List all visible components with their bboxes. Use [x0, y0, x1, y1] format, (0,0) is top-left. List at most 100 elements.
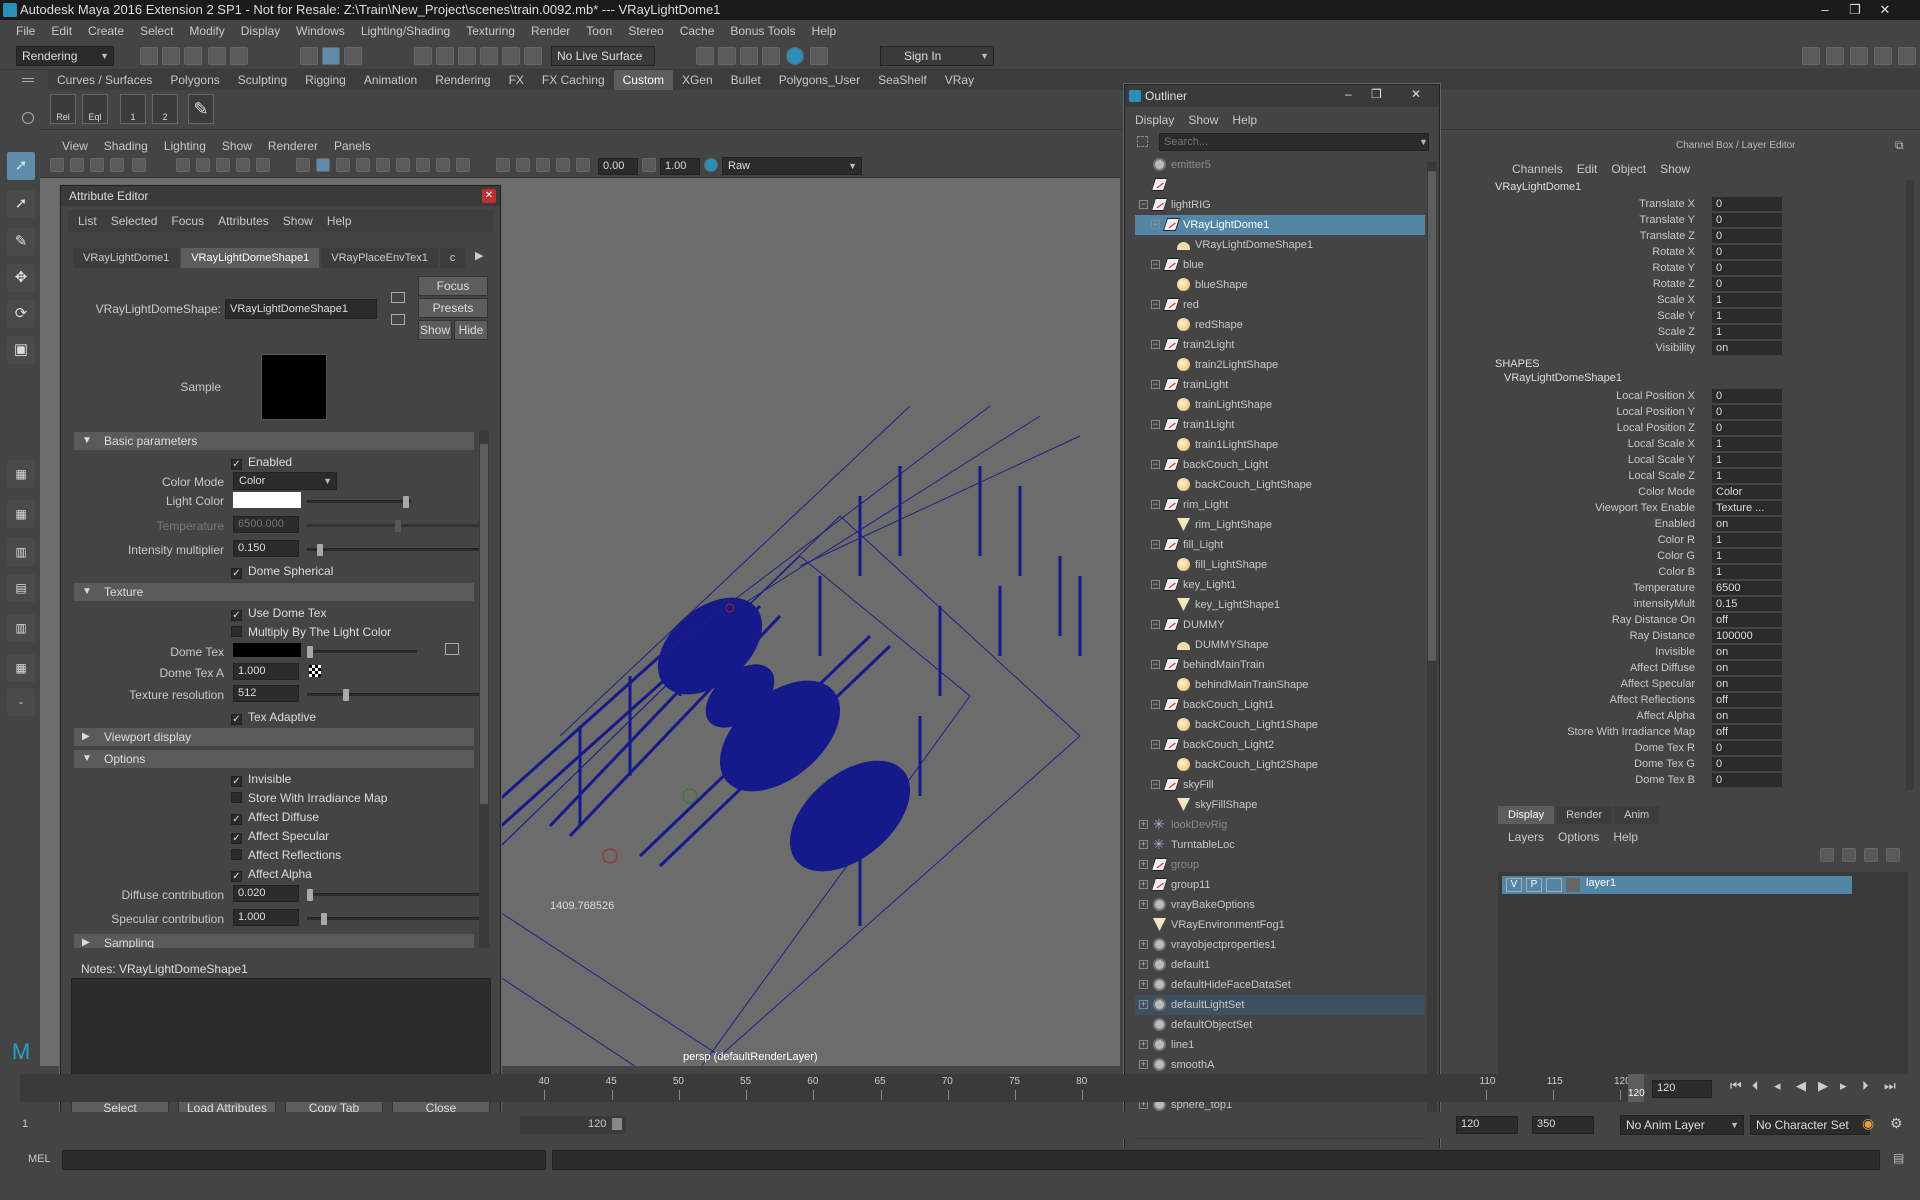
menu-cache[interactable]: Cache	[672, 20, 723, 42]
pause-icon[interactable]	[810, 47, 828, 65]
expand-icon[interactable]: +	[1139, 820, 1148, 829]
tab-vraylightdomeshape1[interactable]: VRayLightDomeShape1	[181, 248, 320, 268]
channel-ray-distance-on[interactable]: Ray Distance On off	[1490, 612, 1910, 628]
ambient-occlusion-icon[interactable]	[416, 158, 430, 172]
open-scene-icon[interactable]	[162, 47, 180, 65]
menu-lighting-shading[interactable]: Lighting/Shading	[353, 20, 458, 42]
dome-tex-slider[interactable]	[307, 646, 417, 658]
auto-key-icon[interactable]: ◉	[1862, 1115, 1874, 1132]
tab-vrayplaceenvtex1[interactable]: VRayPlaceEnvTex1	[321, 248, 438, 268]
channel-local-scale-y[interactable]: Local Scale Y 1	[1490, 452, 1910, 468]
channel-value[interactable]: 1	[1712, 533, 1782, 547]
current-frame-field[interactable]: 120	[1652, 1080, 1712, 1098]
ae-menu-selected[interactable]: Selected	[111, 210, 158, 232]
channel-ray-distance[interactable]: Ray Distance 100000	[1490, 628, 1910, 644]
outliner-item-vraylightdomeshape1[interactable]: VRayLightDomeShape1	[1135, 235, 1425, 255]
channel-rotate-z[interactable]: Rotate Z 0	[1490, 276, 1910, 292]
outliner-item-group[interactable]: + group	[1135, 855, 1425, 875]
channel-local-position-x[interactable]: Local Position X 0	[1490, 388, 1910, 404]
gamma-icon[interactable]	[642, 158, 656, 172]
outliner-item-train2light[interactable]: − train2Light	[1135, 335, 1425, 355]
scrollbar-thumb[interactable]	[480, 444, 488, 804]
outliner-item-trainlightshape[interactable]: trainLightShape	[1135, 395, 1425, 415]
channel-value[interactable]: 1	[1712, 437, 1782, 451]
channel-value[interactable]: off	[1712, 613, 1782, 627]
anim-layer-dropdown[interactable]: No Anim Layer ▼	[1620, 1115, 1744, 1135]
checker-map-icon[interactable]	[309, 665, 321, 677]
select-component-icon[interactable]	[344, 47, 362, 65]
texture-resolution-slider[interactable]	[307, 689, 483, 701]
expand-icon[interactable]: +	[1139, 860, 1148, 869]
expand-icon[interactable]: +	[1139, 960, 1148, 969]
layer-tab-render[interactable]: Render	[1556, 806, 1613, 824]
channel-value[interactable]: 0	[1712, 213, 1782, 227]
shelf-menu-icon[interactable]	[22, 78, 34, 82]
channel-rotate-x[interactable]: Rotate X 0	[1490, 244, 1910, 260]
outliner-item-train1light[interactable]: − train1Light	[1135, 415, 1425, 435]
minimize-icon[interactable]: –	[1812, 0, 1838, 20]
collapse-icon[interactable]: −	[1151, 340, 1160, 349]
menu-stereo[interactable]: Stereo	[620, 20, 671, 42]
smooth-shade-icon[interactable]	[316, 158, 330, 172]
outliner-item-blueshape[interactable]: blueShape	[1135, 275, 1425, 295]
slider-knob[interactable]	[403, 496, 409, 508]
light-color-swatch[interactable]	[233, 492, 301, 508]
channel-local-position-z[interactable]: Local Position Z 0	[1490, 420, 1910, 436]
range-bar[interactable]	[520, 1116, 626, 1134]
slider-knob[interactable]	[321, 913, 327, 925]
channel-value[interactable]: 0	[1712, 757, 1782, 771]
menu-bonus-tools[interactable]: Bonus Tools	[722, 20, 803, 42]
snap-surface-icon[interactable]	[502, 47, 520, 65]
maximize-icon[interactable]: ❐	[1842, 0, 1868, 20]
expand-icon[interactable]: +	[1139, 840, 1148, 849]
show-button[interactable]: Show	[418, 320, 452, 340]
outliner-menu-help[interactable]: Help	[1232, 109, 1257, 129]
layer-playback-toggle[interactable]: P	[1526, 878, 1542, 892]
command-language-label[interactable]: MEL	[28, 1153, 51, 1165]
color-management-icon[interactable]	[704, 158, 718, 172]
live-surface-field[interactable]: No Live Surface	[551, 46, 655, 66]
layer-menu-help[interactable]: Help	[1613, 826, 1638, 846]
outliner-item-defaulthidefacedataset[interactable]: + defaultHideFaceDataSet	[1135, 975, 1425, 995]
layer-menu-options[interactable]: Options	[1558, 826, 1599, 846]
outliner-item-dummyshape[interactable]: DUMMYShape	[1135, 635, 1425, 655]
ae-menu-attributes[interactable]: Attributes	[218, 210, 269, 232]
outliner-item-vrayobjectproperties1[interactable]: + vrayobjectproperties1	[1135, 935, 1425, 955]
outliner-item-emitter5[interactable]: emitter5	[1135, 155, 1425, 175]
channel-value[interactable]: 6500	[1712, 581, 1782, 595]
expand-icon[interactable]: +	[1139, 880, 1148, 889]
scrollbar-thumb[interactable]	[1428, 171, 1436, 661]
shelf-tab-sculpting[interactable]: Sculpting	[229, 70, 296, 90]
slider-knob[interactable]	[317, 544, 323, 556]
range-handle-icon[interactable]	[612, 1118, 622, 1130]
channel-local-scale-x[interactable]: Local Scale X 1	[1490, 436, 1910, 452]
outliner-item-backcouch-light2shape[interactable]: backCouch_Light2Shape	[1135, 755, 1425, 775]
ae-menu-show[interactable]: Show	[283, 210, 313, 232]
shelf-tab-polygons[interactable]: Polygons	[161, 70, 228, 90]
outliner-item-key-light1[interactable]: − key_Light1	[1135, 575, 1425, 595]
channel-box-scrollbar[interactable]	[1906, 180, 1914, 790]
shelf-tab-rendering[interactable]: Rendering	[426, 70, 499, 90]
shelf-tab-rigging[interactable]: Rigging	[296, 70, 355, 90]
channel-intensitymult[interactable]: intensityMult 0.15	[1490, 596, 1910, 612]
two-view-icon[interactable]: ▥	[7, 538, 35, 566]
rotate-tool-icon[interactable]: ⟳	[7, 300, 35, 328]
shelf-tab-fx[interactable]: FX	[500, 70, 533, 90]
channel-dome-tex-g[interactable]: Dome Tex G 0	[1490, 756, 1910, 772]
channel-local-position-y[interactable]: Local Position Y 0	[1490, 404, 1910, 420]
ae-menu-list[interactable]: List	[78, 210, 97, 232]
render-settings-icon[interactable]	[740, 47, 758, 65]
shelf-tab-vray[interactable]: VRay	[936, 70, 983, 90]
select-hierarchy-icon[interactable]	[300, 47, 318, 65]
channel-value[interactable]: 0	[1712, 229, 1782, 243]
invisible-checkbox[interactable]: ✓ Invisible	[231, 772, 291, 787]
affect-diffuse-checkbox[interactable]: ✓ Affect Diffuse	[231, 810, 319, 825]
collapse-icon[interactable]: −	[1151, 420, 1160, 429]
tab-c[interactable]: c	[439, 248, 466, 268]
shelf-tab-polygons-user[interactable]: Polygons_User	[770, 70, 869, 90]
viewport-menu-shading[interactable]: Shading	[96, 136, 156, 156]
pen-tool-icon[interactable]: ✎	[188, 94, 214, 124]
shelf-tab-seashelf[interactable]: SeaShelf	[869, 70, 936, 90]
use-all-lights-icon[interactable]	[376, 158, 390, 172]
layer-visibility-toggle[interactable]: V	[1506, 878, 1522, 892]
